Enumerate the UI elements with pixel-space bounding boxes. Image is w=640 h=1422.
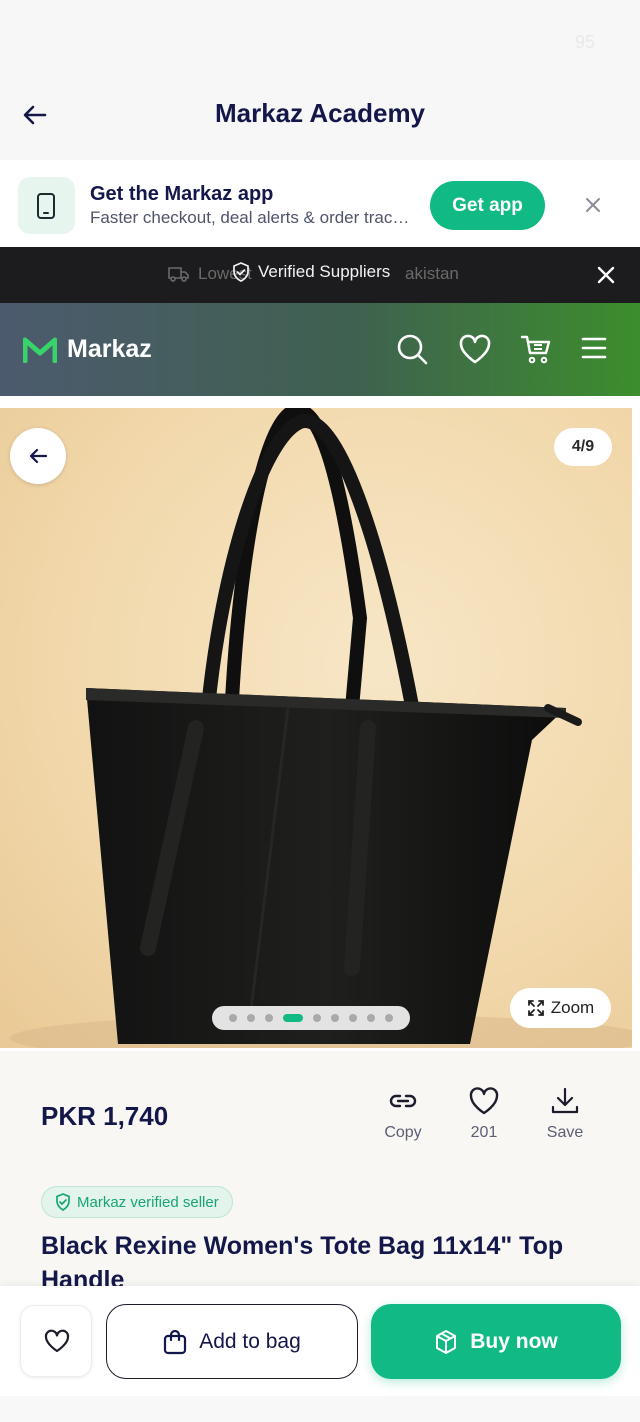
heart-icon (469, 1087, 499, 1115)
markaz-logo[interactable]: Markaz (23, 335, 152, 364)
buy-now-button[interactable]: Buy now (371, 1304, 621, 1379)
like-button[interactable]: 201 (449, 1086, 519, 1142)
status-text: 95 (574, 32, 595, 52)
truck-icon (168, 267, 189, 282)
heart-icon (44, 1329, 70, 1353)
menu-button[interactable] (580, 333, 608, 368)
pagination-dot[interactable] (349, 1014, 357, 1022)
shield-check-icon (233, 262, 249, 282)
brand-name: Markaz (67, 335, 152, 363)
app-download-banner: Get the Markaz app Faster checkout, deal… (0, 160, 640, 247)
copy-label: Copy (384, 1124, 422, 1141)
bottom-action-bar: Add to bag Buy now (0, 1286, 640, 1422)
wishlist-button[interactable] (458, 333, 492, 370)
banner-close-button[interactable] (582, 194, 604, 221)
menu-icon (581, 337, 607, 359)
verified-seller-badge: Markaz verified seller (41, 1186, 233, 1218)
add-to-bag-button[interactable]: Add to bag (106, 1304, 358, 1379)
page-title: Markaz Academy (214, 98, 426, 128)
product-info: PKR 1,740 Copy 201 Save Markaz verified … (0, 1051, 640, 1294)
close-icon (597, 266, 615, 284)
cart-button[interactable] (520, 333, 552, 370)
image-counter: 4/9 (554, 428, 612, 466)
pagination-dot[interactable] (247, 1014, 255, 1022)
favorite-button[interactable] (20, 1305, 92, 1377)
package-icon (436, 1329, 457, 1354)
pagination-dot[interactable] (313, 1014, 321, 1022)
buy-now-label: Buy now (470, 1329, 558, 1353)
markaz-logo-icon (23, 337, 57, 363)
shopping-bag-icon (164, 1329, 187, 1354)
zoom-label: Zoom (550, 998, 595, 1017)
system-gesture-area (0, 1396, 640, 1422)
heart-icon (459, 334, 491, 364)
badge-label: Markaz verified seller (77, 1193, 219, 1211)
like-count: 201 (470, 1124, 498, 1141)
close-icon (586, 198, 600, 212)
gallery-back-button[interactable] (10, 428, 66, 484)
tote-bag-image (10, 408, 632, 1048)
pagination-dot[interactable] (229, 1014, 237, 1022)
search-button[interactable] (396, 333, 428, 370)
add-to-bag-label: Add to bag (199, 1329, 301, 1353)
pagination-dot[interactable] (265, 1014, 273, 1022)
copy-link-button[interactable]: Copy (368, 1086, 438, 1142)
link-icon (389, 1094, 417, 1108)
pagination-dot-active[interactable] (283, 1014, 303, 1022)
search-icon (397, 334, 428, 365)
promo-message: Verified Suppliers (232, 262, 390, 282)
store-navbar: Markaz (0, 303, 640, 396)
gallery-pagination (212, 1006, 410, 1030)
arrow-left-icon (29, 448, 48, 464)
pagination-dot[interactable] (385, 1014, 393, 1022)
promo-ghost-right: akistan (405, 264, 459, 283)
expand-icon (527, 1000, 544, 1016)
phone-icon (37, 193, 55, 219)
pagination-dot[interactable] (331, 1014, 339, 1022)
shield-check-icon (56, 1193, 70, 1211)
product-gallery: 4/9 Zoom (0, 396, 640, 1051)
status-bar: 95 (0, 0, 640, 70)
get-app-button[interactable]: Get app (430, 181, 545, 230)
download-icon (551, 1087, 579, 1114)
banner-title: Get the Markaz app (90, 183, 274, 205)
save-button[interactable]: Save (530, 1086, 600, 1142)
product-photo[interactable] (0, 408, 632, 1048)
product-price: PKR 1,740 (41, 1101, 169, 1131)
pagination-dot[interactable] (367, 1014, 375, 1022)
zoom-button[interactable]: Zoom (510, 988, 611, 1028)
save-label: Save (546, 1124, 584, 1141)
promo-bar: Lowest akistan Verified Suppliers (0, 247, 640, 303)
app-header: Markaz Academy (0, 70, 640, 160)
banner-subtitle: Faster checkout, deal alerts & order tra… (90, 208, 415, 227)
promo-close-button[interactable] (597, 266, 615, 289)
phone-icon-box (18, 177, 75, 234)
cart-icon (520, 335, 551, 364)
promo-text: Verified Suppliers (258, 262, 391, 281)
